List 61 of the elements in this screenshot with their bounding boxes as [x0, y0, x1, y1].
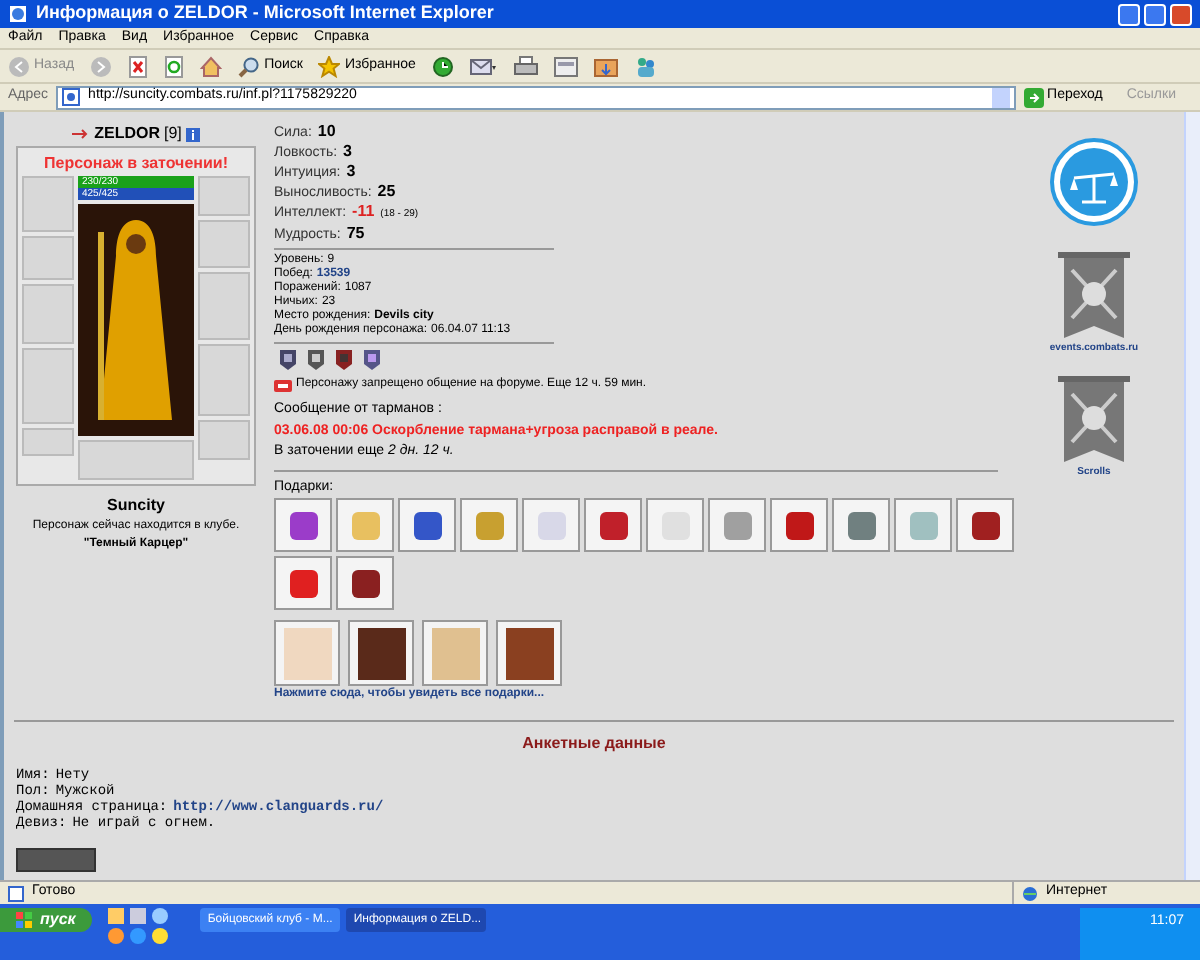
gift-tile[interactable]	[956, 498, 1014, 552]
clan-badge-icon[interactable]	[364, 350, 380, 370]
dropdown-button[interactable]	[991, 87, 1010, 107]
character-name: ZELDOR	[94, 122, 160, 146]
stat-value: 10	[317, 122, 336, 140]
scales-emblem-icon[interactable]	[1050, 138, 1138, 226]
info-icon[interactable]	[185, 127, 200, 141]
arrow-icon	[72, 128, 91, 140]
stat-value: -11	[352, 202, 375, 220]
folder-icon[interactable]	[593, 55, 618, 77]
stop-icon[interactable]	[128, 55, 149, 77]
start-button[interactable]: пуск	[0, 908, 92, 932]
globe-icon	[1022, 885, 1038, 901]
city-name: Suncity	[107, 494, 165, 518]
page-icon	[8, 885, 24, 901]
gift-tile[interactable]	[274, 498, 332, 552]
people-icon[interactable]	[633, 55, 658, 77]
window-title: Информация о ZELDOR - Microsoft Internet Explorer	[36, 0, 494, 27]
gift-tile[interactable]	[708, 498, 766, 552]
gift-tile[interactable]	[770, 498, 828, 552]
refresh-icon[interactable]	[164, 55, 185, 77]
imprisoned-warning: Персонаж в заточении!	[44, 152, 228, 176]
clan-badge-icon[interactable]	[280, 350, 296, 370]
gift-tile[interactable]	[894, 498, 952, 552]
gift-tile[interactable]	[398, 498, 456, 552]
gift-tile[interactable]	[336, 498, 394, 552]
search-icon	[238, 55, 261, 77]
home-icon[interactable]	[200, 55, 223, 77]
gift-tile[interactable]	[460, 498, 518, 552]
gift-tile[interactable]	[646, 498, 704, 552]
history-icon[interactable]	[431, 55, 454, 77]
greeting-card-tile[interactable]	[348, 620, 414, 686]
maximize-button[interactable]	[1144, 3, 1166, 25]
page-icon	[62, 88, 81, 106]
minimize-button[interactable]	[1118, 3, 1140, 25]
gift-tile[interactable]	[832, 498, 890, 552]
scrollbar[interactable]	[1184, 112, 1200, 880]
section-heading: Анкетные данные	[522, 732, 666, 756]
gift-tile[interactable]	[336, 556, 394, 610]
printer-icon[interactable]	[513, 55, 538, 77]
star-icon	[318, 55, 341, 77]
stat-value: 25	[377, 182, 396, 200]
browser-icon	[8, 4, 28, 24]
muted-icon	[274, 379, 292, 391]
greeting-card-tile[interactable]	[496, 620, 562, 686]
stat-value: 3	[346, 162, 356, 180]
clan-badge-icon[interactable]	[308, 350, 324, 370]
stat-value: 75	[346, 224, 365, 242]
stat-value: 3	[343, 142, 352, 160]
greeting-card-tile[interactable]	[274, 620, 340, 686]
gift-tile[interactable]	[522, 498, 580, 552]
greeting-card-tile[interactable]	[422, 620, 488, 686]
character-level: [9]	[163, 122, 182, 146]
forward-icon[interactable]	[90, 55, 113, 77]
windows-logo	[16, 912, 32, 928]
gift-tile[interactable]	[584, 498, 642, 552]
clan-badge-icon[interactable]	[336, 350, 352, 370]
mail-icon[interactable]	[469, 55, 498, 77]
go-arrow-icon	[1023, 87, 1044, 107]
gift-tile[interactable]	[274, 556, 332, 610]
close-button[interactable]	[1170, 3, 1192, 25]
